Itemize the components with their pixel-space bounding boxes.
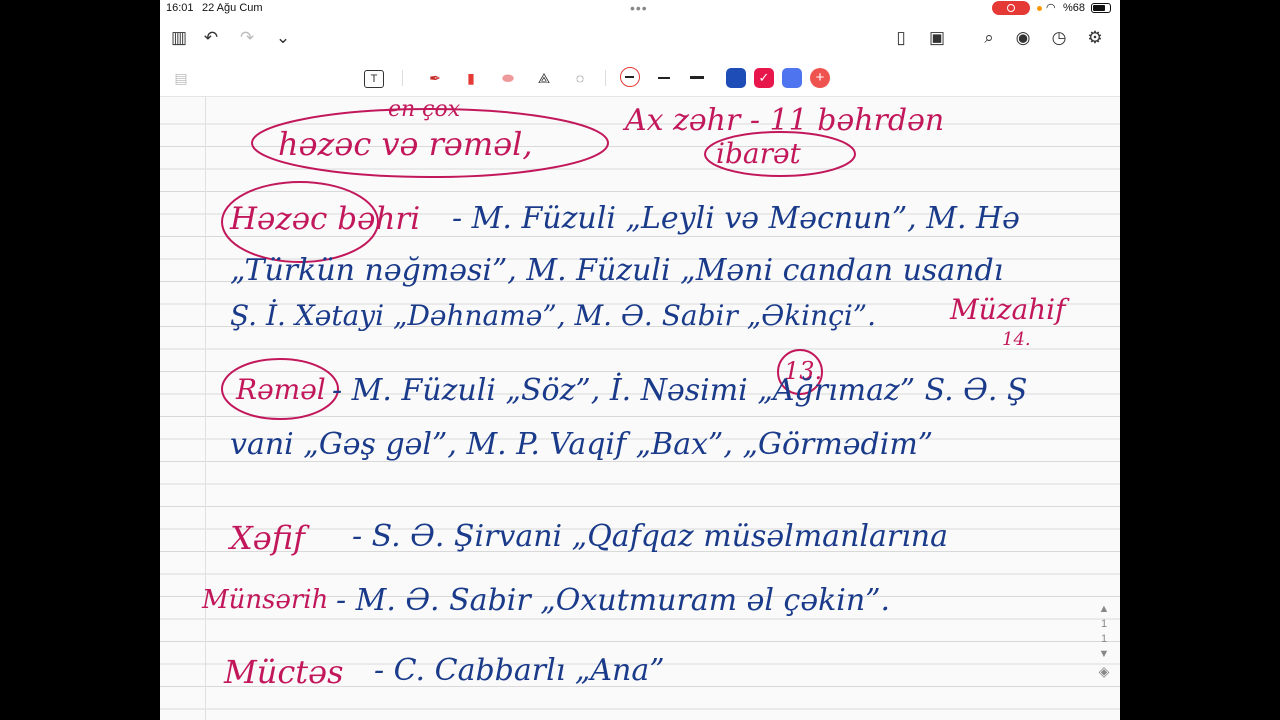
screen-record-icon[interactable] xyxy=(992,1,1030,15)
page-navigator: ▲ 1 1 ▼ ◈ xyxy=(1090,600,1118,718)
note-hezec-annot-2: 14. xyxy=(1002,329,1031,350)
stroke-thin-button[interactable] xyxy=(620,67,640,87)
notebook-page[interactable]: en çox həzəc və rəməl, Ax zəhr - 11 bəhr… xyxy=(160,97,1120,720)
note-top-right-2: ibarət xyxy=(716,137,801,170)
note-hezec-line3: Ş. İ. Xətayi „Dəhnamə”, M. Ə. Sabir „Əki… xyxy=(230,299,877,332)
note-top-label: həzəc və rəməl, xyxy=(278,125,533,163)
sidebar-icon[interactable]: ▥ xyxy=(168,27,190,49)
undo-icon[interactable]: ↶ xyxy=(200,27,222,49)
note-munserih-label: Münsərih xyxy=(202,585,329,615)
tool-separator xyxy=(605,70,606,86)
image-icon[interactable]: ▣ xyxy=(926,27,948,49)
page-current: 1 xyxy=(1100,618,1108,630)
battery-icon xyxy=(1091,3,1111,13)
layers-icon[interactable]: ◈ xyxy=(1090,663,1118,680)
note-hezec-line1: - M. Füzuli „Leyli və Məcnun”, M. Hə xyxy=(452,201,1020,236)
mic-indicator-icon xyxy=(1037,6,1042,11)
add-color-button[interactable]: + xyxy=(810,68,830,88)
stroke-thick-button[interactable] xyxy=(690,76,704,79)
shapes-tool-icon[interactable]: ⟁ xyxy=(534,68,554,88)
gear-icon[interactable]: ⚙ xyxy=(1084,27,1106,49)
page-total: 1 xyxy=(1100,633,1108,645)
ink-annotations xyxy=(221,108,856,420)
tool-separator xyxy=(402,70,403,86)
lasso-tool-icon[interactable]: ◌ xyxy=(570,68,590,88)
page-thumbnail-icon[interactable]: ▤ xyxy=(170,68,192,88)
page-up-icon[interactable]: ▲ xyxy=(1090,603,1118,615)
text-tool-icon[interactable]: T xyxy=(364,70,384,88)
note-top-right: Ax zəhr - 11 bəhrdən xyxy=(625,103,945,138)
note-xefif-line: - S. Ə. Şirvani „Qafqaz müsəlmanlarına xyxy=(352,519,949,554)
note-hezec-label: Həzəc bəhri xyxy=(230,201,421,237)
chevron-down-icon[interactable]: ⌄ xyxy=(272,27,294,49)
redo-icon[interactable]: ↷ xyxy=(236,27,258,49)
wifi-icon: ◠ xyxy=(1046,2,1056,14)
note-hezec-annot: Müzahif xyxy=(950,293,1066,326)
color-swatch-blue[interactable] xyxy=(726,68,746,88)
pen-tool-icon[interactable]: ✒ xyxy=(428,68,442,88)
status-date: 22 Ağu Cum xyxy=(202,2,263,14)
note-remel-label: Rəməl xyxy=(236,373,326,406)
read-mode-icon[interactable]: ◉ xyxy=(1012,27,1034,49)
battery-percent: %68 xyxy=(1063,2,1086,14)
tool-toolbar: ▤ T ✒ ▮ ⬬ ⟁ ◌ ✓ + xyxy=(160,60,1120,97)
note-muctes-line: - C. Cabbarlı „Ana” xyxy=(374,653,665,688)
note-remel-line2: vani „Gəş gəl”, M. P. Vaqif „Bax”, „Görm… xyxy=(230,427,934,462)
note-remel-line1: - M. Füzuli „Söz”, İ. Nəsimi „Ağrımaz” S… xyxy=(332,373,1028,408)
note-munserih-line: - M. Ə. Sabir „Oxutmuram əl çəkin”. xyxy=(336,583,891,618)
color-swatch-red-selected[interactable]: ✓ xyxy=(754,68,774,88)
stroke-medium-button[interactable] xyxy=(658,77,670,79)
clock-icon[interactable]: ◷ xyxy=(1048,27,1070,49)
note-xefif-label: Xəfif xyxy=(230,519,305,557)
note-muctes-label: Müctəs xyxy=(224,653,344,691)
color-swatch-light-blue[interactable] xyxy=(782,68,802,88)
eraser-tool-icon[interactable]: ⬬ xyxy=(500,68,516,88)
ipad-screen: 16:01 22 Ağu Cum ••• ◠ %68 ▥ ↶ ↷ ⌄ ▯ ▣ ⌕… xyxy=(160,0,1120,720)
multitask-dots-icon[interactable]: ••• xyxy=(630,0,648,16)
search-doc-icon[interactable]: ⌕ xyxy=(978,27,1000,49)
note-hezec-line2: „Türkün nəğməsi”, M. Füzuli „Məni candan… xyxy=(230,253,1004,288)
page-down-icon[interactable]: ▼ xyxy=(1090,648,1118,660)
new-page-icon[interactable]: ▯ xyxy=(890,27,912,49)
note-top-annot: en çox xyxy=(388,97,461,122)
status-bar: 16:01 22 Ağu Cum ••• ◠ %68 xyxy=(160,0,1120,18)
highlighter-tool-icon[interactable]: ▮ xyxy=(464,68,478,88)
top-toolbar: ▥ ↶ ↷ ⌄ ▯ ▣ ⌕ ◉ ◷ ⚙ xyxy=(160,20,1120,56)
status-time: 16:01 xyxy=(166,2,194,14)
